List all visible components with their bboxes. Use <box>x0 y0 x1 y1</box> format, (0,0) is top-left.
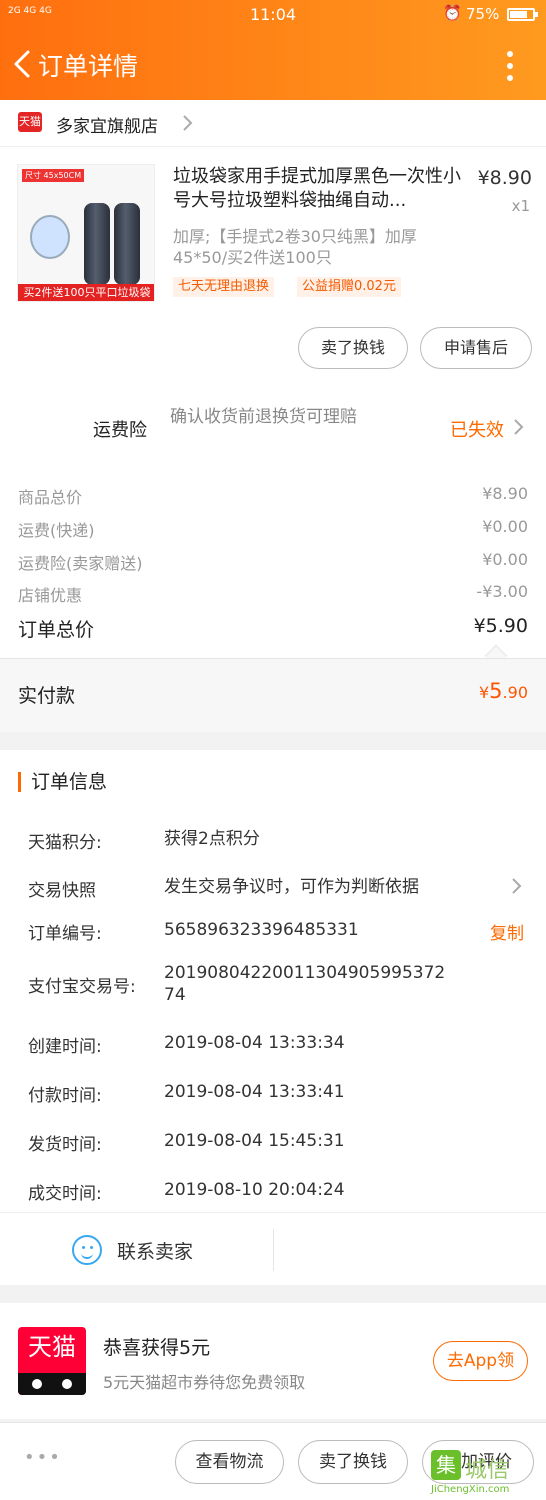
tmall-badge: 天猫 <box>18 112 42 132</box>
contact-seller-bar: 联系卖家 <box>0 1212 546 1285</box>
info-key: 发货时间: <box>28 1135 102 1155</box>
product-spec: 加厚;【手提式2卷30只纯黑】加厚45*50/买2件送100只 <box>173 227 417 267</box>
claim-in-app-button[interactable]: 去App领 <box>433 1341 528 1381</box>
shop-row[interactable]: 天猫 多家宜旗舰店 <box>0 100 546 146</box>
shipping-insurance-row[interactable]: 运费险 确认收货前退换货可理赔 已失效 <box>0 396 546 464</box>
product-card: 尺寸 45x50CM 买2件送100只平口垃圾袋 垃圾袋家用手提式加厚黑色一次性… <box>0 146 546 396</box>
page-title: 订单详情 <box>38 52 139 81</box>
roll-illustration <box>84 203 110 285</box>
chevron-right-icon <box>183 115 193 131</box>
info-key: 天猫积分: <box>28 833 102 853</box>
paid-amount-int: 5 <box>489 679 503 703</box>
insurance-label: 运费险 <box>93 420 147 441</box>
service-tag: 七天无理由退换 <box>173 277 275 297</box>
product-title[interactable]: 垃圾袋家用手提式加厚黑色一次性小号大号拉圾塑料袋抽绳自动... <box>173 165 463 213</box>
charity-tag: 公益捐赠0.02元 <box>297 277 401 297</box>
fee-label: 运费(快递) <box>18 521 95 540</box>
watermark-text: 城信 <box>465 1458 510 1483</box>
paid-currency: ¥ <box>478 683 490 702</box>
battery-fill <box>510 11 527 18</box>
fee-row: 商品总价 ¥8.90 <box>18 484 528 508</box>
product-quantity: x1 <box>511 197 530 215</box>
roll-illustration <box>114 203 140 285</box>
fee-value: ¥0.00 <box>482 550 528 569</box>
fee-label: 运费险(卖家赠送) <box>18 554 143 573</box>
paid-row: 实付款 ¥5.90 <box>0 658 546 732</box>
paid-label: 实付款 <box>18 685 76 707</box>
order-total-row: 订单总价 ¥5.90 <box>18 615 528 641</box>
info-value: 2019-08-04 13:33:41 <box>164 1082 345 1102</box>
chat-smiley-icon[interactable] <box>72 1235 102 1265</box>
divider <box>273 1229 274 1271</box>
more-dots-icon[interactable]: ••• <box>24 1447 62 1468</box>
fee-row: 运费险(卖家赠送) ¥0.00 <box>18 550 528 574</box>
bag-illustration <box>30 215 70 259</box>
fee-row: 运费(快递) ¥0.00 <box>18 517 528 541</box>
alipay-trade-number: 2019080422001130490599537274 <box>164 963 446 1005</box>
info-key: 付款时间: <box>28 1086 102 1106</box>
shop-name[interactable]: 多家宜旗舰店 <box>56 112 158 137</box>
order-info-section: 订单信息 天猫积分: 获得2点积分 交易快照 发生交易争议时，可作为判断依据 订… <box>0 750 546 1285</box>
contact-seller-button[interactable]: 联系卖家 <box>117 1237 193 1264</box>
info-value: 发生交易争议时，可作为判断依据 <box>164 877 419 897</box>
info-key: 支付宝交易号: <box>28 977 136 997</box>
paid-amount: ¥5.90 <box>479 679 528 703</box>
after-sale-button[interactable]: 申请售后 <box>420 327 532 369</box>
fee-value: -¥3.00 <box>476 582 528 601</box>
tmall-logo: 天猫 <box>18 1327 86 1395</box>
paid-amount-dec: .90 <box>502 683 528 702</box>
section-title: 订单信息 <box>18 772 107 792</box>
info-key: 交易快照 <box>28 881 96 901</box>
top-nav: 订单详情 <box>0 28 546 100</box>
resell-button[interactable]: 卖了换钱 <box>298 1440 408 1484</box>
fee-label: 商品总价 <box>18 488 83 507</box>
insurance-description: 确认收货前退换货可理赔 <box>170 407 357 427</box>
fee-label: 店铺优惠 <box>18 586 83 605</box>
watermark-url: JiChengXin.com <box>431 1484 510 1495</box>
product-image-note: 尺寸 45x50CM <box>22 169 85 182</box>
view-logistics-button[interactable]: 查看物流 <box>175 1440 284 1484</box>
fee-row: 店铺优惠 -¥3.00 <box>18 582 528 606</box>
resell-button[interactable]: 卖了换钱 <box>298 327 408 369</box>
promo-subtitle: 5元天猫超市券待您免费领取 <box>103 1373 306 1392</box>
product-image[interactable]: 尺寸 45x50CM 买2件送100只平口垃圾袋 <box>17 164 155 302</box>
back-arrow-icon[interactable] <box>8 46 38 82</box>
tmall-logo-text: 天猫 <box>28 1333 76 1361</box>
info-key: 订单编号: <box>28 924 102 944</box>
info-value: 获得2点积分 <box>164 829 260 849</box>
order-total-label: 订单总价 <box>18 619 95 641</box>
alarm-icon: ⏰ <box>443 4 462 22</box>
product-image-banner: 买2件送100只平口垃圾袋 <box>18 284 154 301</box>
order-total-value: ¥5.90 <box>473 615 528 637</box>
info-value: 2019-08-10 20:04:24 <box>164 1180 345 1200</box>
battery-percent: 75% <box>466 5 500 23</box>
copy-button[interactable]: 复制 <box>490 919 524 944</box>
info-key: 创建时间: <box>28 1037 102 1057</box>
chevron-right-icon[interactable] <box>510 876 522 896</box>
info-value: 2019-08-04 15:45:31 <box>164 1131 345 1151</box>
promo-title: 恭喜获得5元 <box>103 1337 211 1359</box>
tmall-cat-face <box>18 1373 86 1395</box>
info-value: 2019-08-04 13:33:34 <box>164 1033 345 1053</box>
site-watermark: 集 城信 JiChengXin.com <box>431 1450 543 1498</box>
status-bar: 2G 4G 4G 11:04 ⏰ 75% <box>0 0 546 28</box>
coupon-promo: 天猫 恭喜获得5元 5元天猫超市券待您免费领取 去App领 <box>0 1303 546 1419</box>
fee-value: ¥8.90 <box>482 484 528 503</box>
fee-value: ¥0.00 <box>482 517 528 536</box>
chevron-right-icon <box>514 419 524 435</box>
info-key: 成交时间: <box>28 1184 102 1204</box>
order-number: 565896323396485331 <box>164 920 359 940</box>
watermark-logo: 集 <box>431 1450 461 1480</box>
fee-summary: 商品总价 ¥8.90 运费(快递) ¥0.00 运费险(卖家赠送) ¥0.00 … <box>0 464 546 668</box>
battery-icon <box>507 8 538 21</box>
insurance-status: 已失效 <box>450 420 504 441</box>
product-price: ¥8.90 <box>477 167 532 189</box>
more-options-icon[interactable] <box>496 48 524 84</box>
clock: 11:04 <box>249 5 297 24</box>
